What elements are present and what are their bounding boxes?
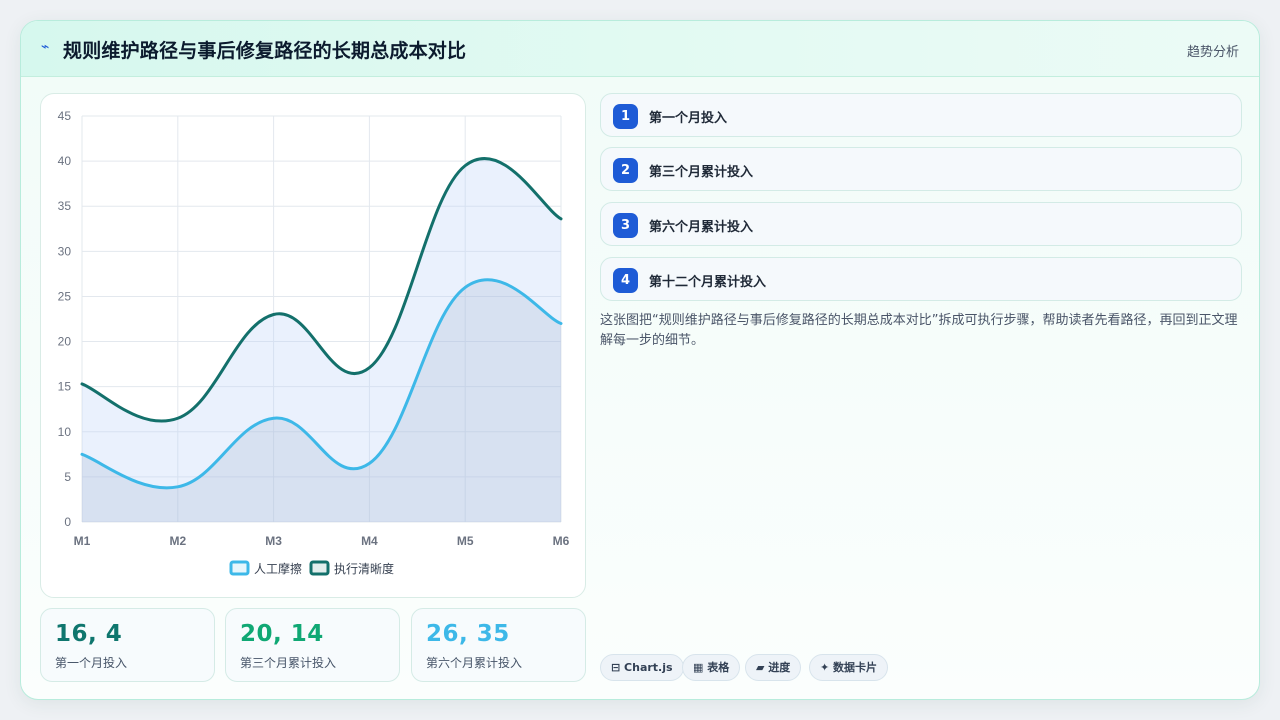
stat-card-1: 16, 4 第一个月投入 [40,608,215,682]
step-label: 第一个月投入 [649,111,728,126]
y-tick-label: 35 [58,199,72,213]
stat-label: 第一个月投入 [55,656,128,670]
y-tick-label: 45 [58,109,72,123]
legend-label: 人工摩擦 [254,561,302,576]
x-tick-label: M2 [169,534,186,548]
step-item-1[interactable]: 1 第一个月投入 [600,93,1242,137]
x-tick-label: M3 [265,534,282,548]
chip-data-card[interactable]: ✦ 数据卡片 [809,654,889,681]
stat-label: 第六个月累计投入 [426,656,523,670]
trend-icon: ⌁ [41,39,50,55]
step-label: 第十二个月累计投入 [649,275,767,290]
y-tick-label: 0 [64,515,71,529]
x-tick-label: M6 [553,534,570,548]
area-chart: 0 5 10 15 20 25 30 35 40 45 M1 M2 M3 M4 M5 M6 人工摩擦 执行清晰度 [58,109,570,576]
stat-card-2: 20, 14 第三个月累计投入 [225,608,400,682]
step-item-2[interactable]: 2 第三个月累计投入 [600,147,1242,191]
step-number-badge: 2 [613,158,638,183]
step-number-badge: 1 [613,104,638,129]
legend-swatch [309,560,330,576]
legend-swatch [229,560,250,576]
y-tick-label: 40 [58,154,72,168]
y-tick-label: 25 [58,289,72,303]
y-tick-label: 5 [64,470,71,484]
chip-table[interactable]: ▦ 表格 [682,654,741,681]
y-tick-label: 10 [58,425,72,439]
chip-progress[interactable]: ▰ 进度 [745,654,802,681]
stat-value: 26, 35 [426,621,510,647]
stat-value: 16, 4 [55,621,123,647]
header-tag: 趋势分析 [1186,45,1239,60]
stat-value: 20, 14 [240,621,324,647]
step-item-4[interactable]: 4 第十二个月累计投入 [600,257,1242,301]
step-item-3[interactable]: 3 第六个月累计投入 [600,202,1242,246]
step-label: 第六个月累计投入 [649,220,754,235]
step-label: 第三个月累计投入 [649,165,754,180]
y-tick-label: 20 [58,335,72,349]
stat-label: 第三个月累计投入 [240,656,337,670]
stat-card-3: 26, 35 第六个月累计投入 [411,608,586,682]
chip-chartjs[interactable]: ⊟ Chart.js [600,654,684,681]
page-title: 规则维护路径与事后修复路径的长期总成本对比 [63,40,467,62]
legend-label: 执行清晰度 [334,561,394,576]
step-number-badge: 4 [613,268,638,293]
y-tick-label: 30 [58,244,72,258]
y-tick-label: 15 [58,380,72,394]
x-tick-label: M1 [74,534,91,548]
main-card: ⌁ 规则维护路径与事后修复路径的长期总成本对比 趋势分析 0 5 10 15 20 25 3… [20,20,1260,700]
x-tick-label: M5 [457,534,474,548]
x-tick-label: M4 [361,534,378,548]
card-header: ⌁ 规则维护路径与事后修复路径的长期总成本对比 趋势分析 [21,21,1259,77]
step-number-badge: 3 [613,213,638,238]
description-text: 这张图把“规则维护路径与事后修复路径的长期总成本对比”拆成可执行步骤，帮助读者先… [600,313,1238,348]
chart-panel: 0 5 10 15 20 25 30 35 40 45 M1 M2 M3 M4 M5 M6 人工摩擦 执行清晰度 [40,93,586,598]
